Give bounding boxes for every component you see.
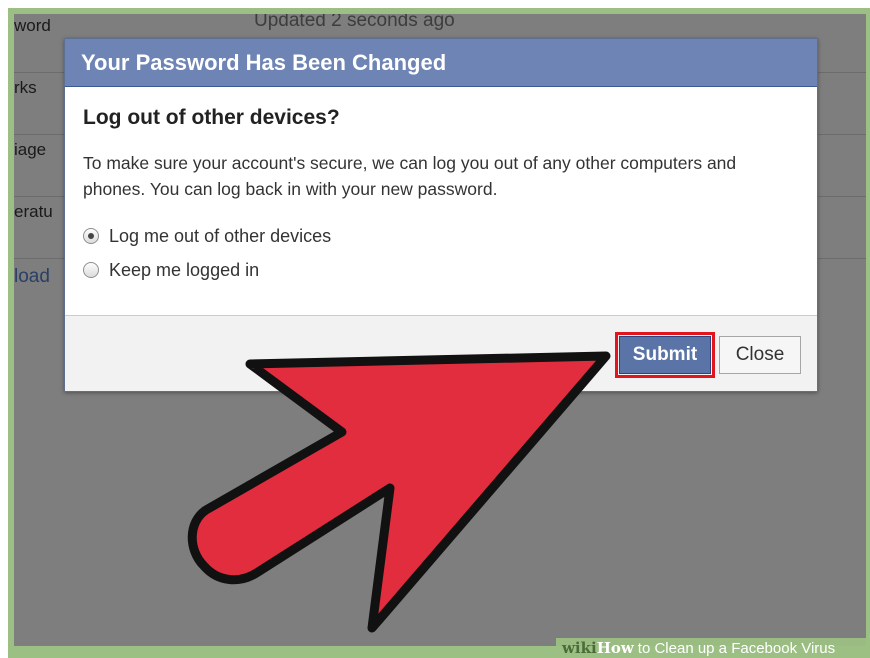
settings-row-label: word [14,16,51,35]
watermark-how: How [596,639,634,657]
settings-row-value: Updated 2 seconds ago [254,14,455,31]
radio-button-unselected[interactable] [83,262,99,278]
dialog-body: Log out of other devices? To make sure y… [65,88,817,314]
dialog-title: Your Password Has Been Changed [65,39,817,87]
watermark-title: to Clean up a Facebook Virus [637,640,836,657]
watermark-wiki: wiki [562,639,597,657]
password-changed-dialog: Your Password Has Been Changed Log out o… [64,38,818,392]
download-link[interactable]: load [14,266,50,288]
option-label: Keep me logged in [109,259,260,280]
settings-row-label: eratu [14,202,53,221]
option-keep-logged-in[interactable]: Keep me logged in [83,258,259,282]
option-log-out-other-devices[interactable]: Log me out of other devices [83,224,331,248]
dialog-description: To make sure your account's secure, we c… [83,153,737,199]
dialog-footer: Submit Close [65,315,817,391]
settings-row-label: rks [14,78,37,97]
dialog-subheading: Log out of other devices? [83,106,340,129]
close-button[interactable]: Close [719,336,801,374]
option-label: Log me out of other devices [109,225,332,246]
submit-button[interactable]: Submit [615,332,715,378]
radio-button-selected[interactable] [83,228,99,244]
wikihow-watermark: wikiHow to Clean up a Facebook Virus [556,638,870,658]
settings-row-label: iage [14,140,47,159]
